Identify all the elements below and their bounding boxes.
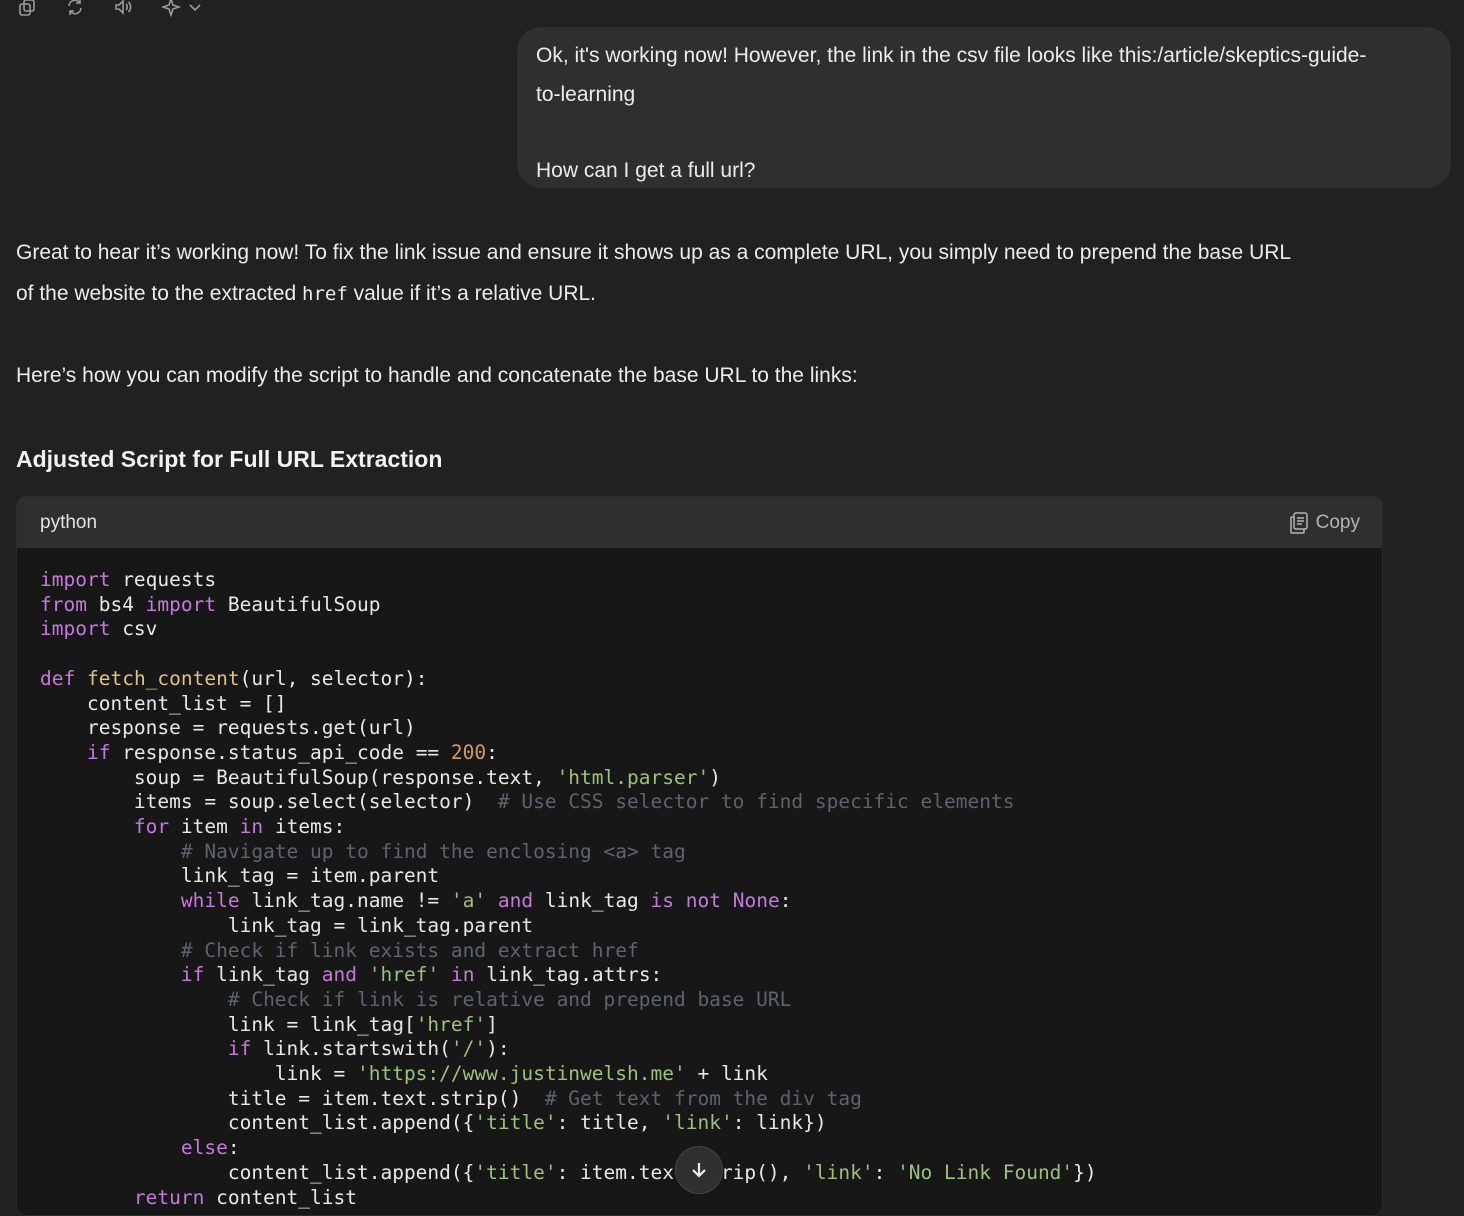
copy-code-button[interactable]: Copy <box>1288 511 1360 535</box>
copy-label: Copy <box>1315 511 1360 533</box>
sparkle-model-icon[interactable] <box>158 0 184 18</box>
regenerate-icon[interactable] <box>62 0 88 18</box>
user-message-line: Ok, it's working now! However, the link … <box>536 44 1367 67</box>
scroll-to-bottom-button[interactable] <box>675 1146 723 1194</box>
assistant-text: Great to hear it’s working now! To fix t… <box>16 241 1292 264</box>
code-block: python Copy import requests from bs4 imp… <box>16 496 1383 1216</box>
code-content: import requests from bs4 import Beautifu… <box>40 568 1097 1209</box>
copy-icon[interactable] <box>14 0 40 18</box>
arrow-down-icon <box>692 1163 706 1178</box>
code-language-label: python <box>40 511 98 533</box>
read-aloud-icon[interactable] <box>110 0 136 18</box>
code-block-header: python Copy <box>17 497 1382 548</box>
user-message-bubble: Ok, it's working now! However, the link … <box>517 27 1451 188</box>
assistant-paragraph-1: Great to hear it’s working now! To fix t… <box>16 232 1396 315</box>
user-message-line: to-learning <box>536 82 636 106</box>
section-heading: Adjusted Script for Full URL Extraction <box>16 446 443 472</box>
assistant-paragraph-2: Here’s how you can modify the script to … <box>16 364 858 387</box>
assistant-text: of the website to the extracted href val… <box>16 273 1396 315</box>
inline-code: href <box>302 283 348 305</box>
assistant-text-segment: of the website to the extracted <box>16 282 303 305</box>
clipboard-icon <box>1289 511 1308 534</box>
assistant-text-segment: value if it’s a relative URL. <box>347 282 596 305</box>
chevron-down-icon[interactable] <box>184 0 206 18</box>
user-message-line: How can I get a full url? <box>536 159 756 182</box>
